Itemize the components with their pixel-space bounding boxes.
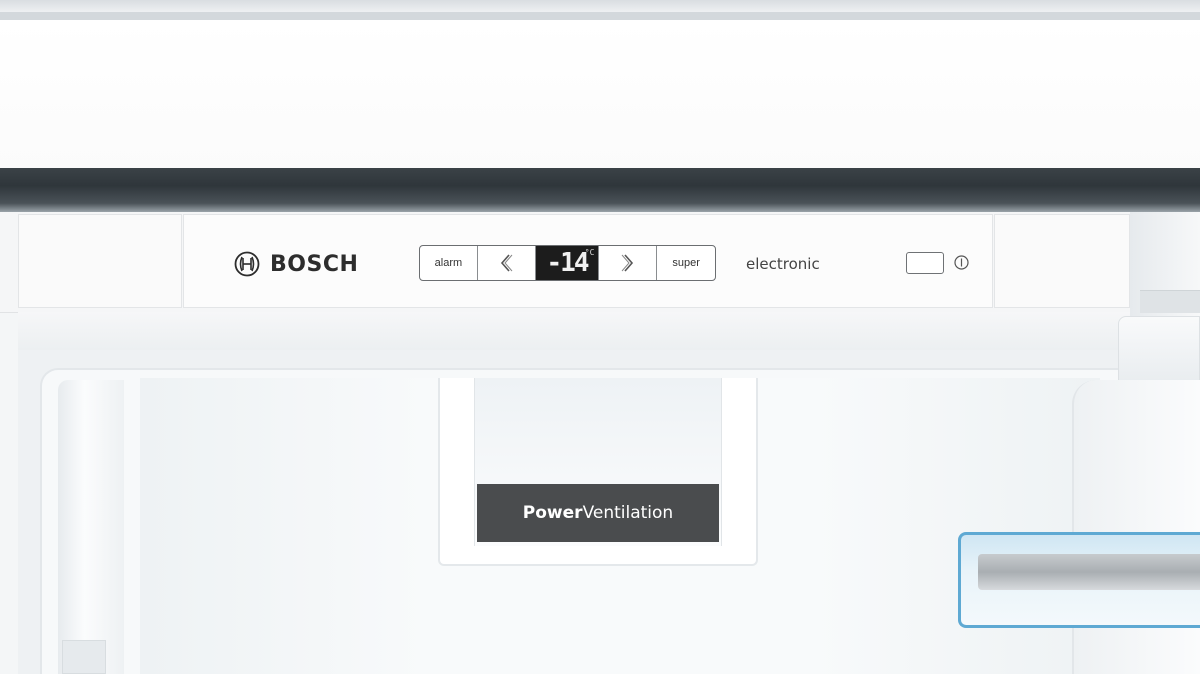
temperature-value: -14 xyxy=(546,248,590,278)
chevron-right-icon xyxy=(621,254,633,272)
power-ventilation-label: Power Ventilation xyxy=(477,484,719,542)
mode-label: electronic xyxy=(746,255,820,273)
top-trim xyxy=(0,12,1200,20)
bosch-armature-logo-icon xyxy=(234,251,260,277)
shelf-bar xyxy=(978,554,1200,590)
alarm-button[interactable]: alarm xyxy=(420,246,478,280)
door-bin xyxy=(1072,380,1200,674)
door-edge xyxy=(0,168,1200,212)
temperature-display: -14 °C xyxy=(535,246,600,280)
super-button[interactable]: super xyxy=(657,246,715,280)
left-rail xyxy=(58,380,124,674)
upper-door xyxy=(0,20,1200,170)
temperature-unit: °C xyxy=(584,248,595,257)
panel-right-section xyxy=(994,214,1130,308)
brand-name: BOSCH xyxy=(270,251,359,277)
chevron-left-icon xyxy=(501,254,513,272)
top-edge xyxy=(0,0,1200,12)
temperature-controls: alarm -14 °C super xyxy=(419,245,716,281)
temperature-down-button[interactable] xyxy=(478,246,536,280)
temperature-up-button[interactable] xyxy=(599,246,658,280)
door-hinge xyxy=(1140,290,1200,313)
vent-label-regular: Ventilation xyxy=(582,503,674,523)
brand-logo: BOSCH xyxy=(234,249,358,279)
power-icon xyxy=(954,255,969,270)
left-rail-foot xyxy=(62,640,106,674)
panel-lip xyxy=(18,312,1130,351)
door-liner xyxy=(1118,316,1200,386)
vent-label-bold: Power xyxy=(522,503,583,523)
panel-left-section xyxy=(18,214,182,308)
power-button[interactable] xyxy=(906,252,944,274)
